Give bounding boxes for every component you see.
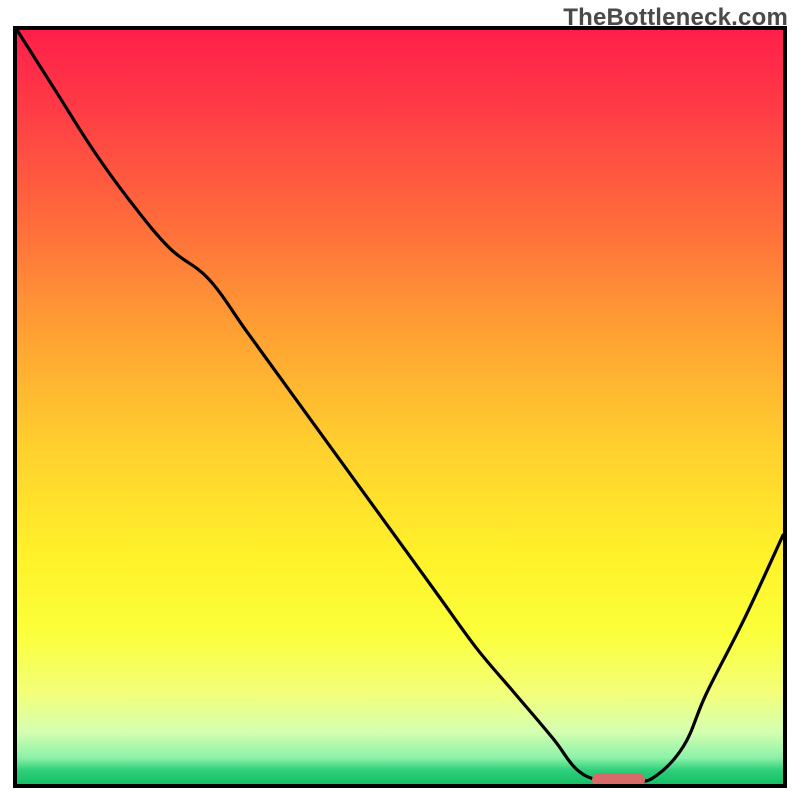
optimum-marker	[592, 773, 646, 787]
chart-frame	[13, 26, 787, 788]
chart-background-gradient	[17, 30, 783, 784]
chart-container	[13, 26, 787, 788]
